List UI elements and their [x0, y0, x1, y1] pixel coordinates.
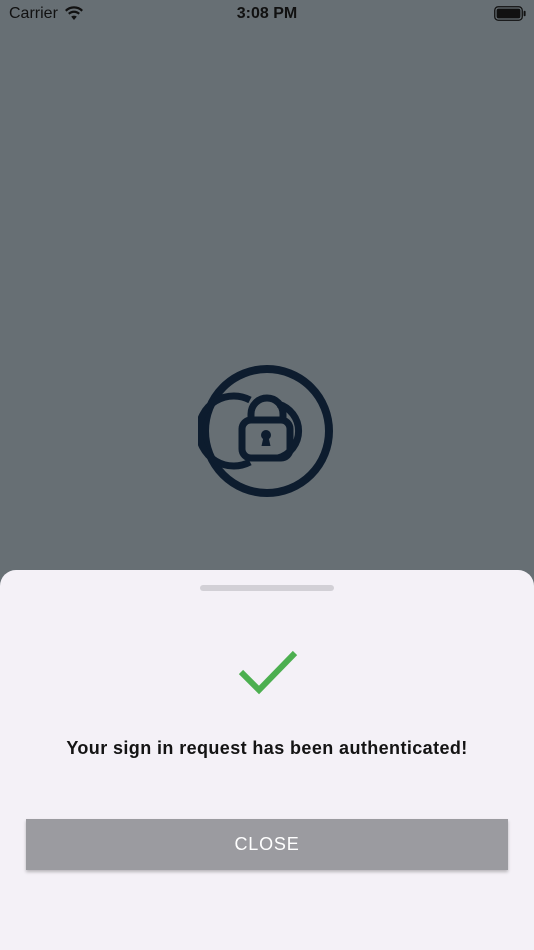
- status-time: 3:08 PM: [236, 5, 298, 22]
- sheet-drag-handle[interactable]: [200, 585, 334, 591]
- bottom-sheet: Your sign in request has been authentica…: [0, 570, 534, 950]
- close-button[interactable]: CLOSE: [26, 819, 508, 870]
- auth-success-message: Your sign in request has been authentica…: [66, 738, 468, 758]
- status-bar: Carrier 3:08 PM: [0, 0, 534, 28]
- lock-emblem-icon: [198, 365, 333, 497]
- checkmark-icon: [238, 650, 298, 695]
- battery-icon: [494, 6, 526, 21]
